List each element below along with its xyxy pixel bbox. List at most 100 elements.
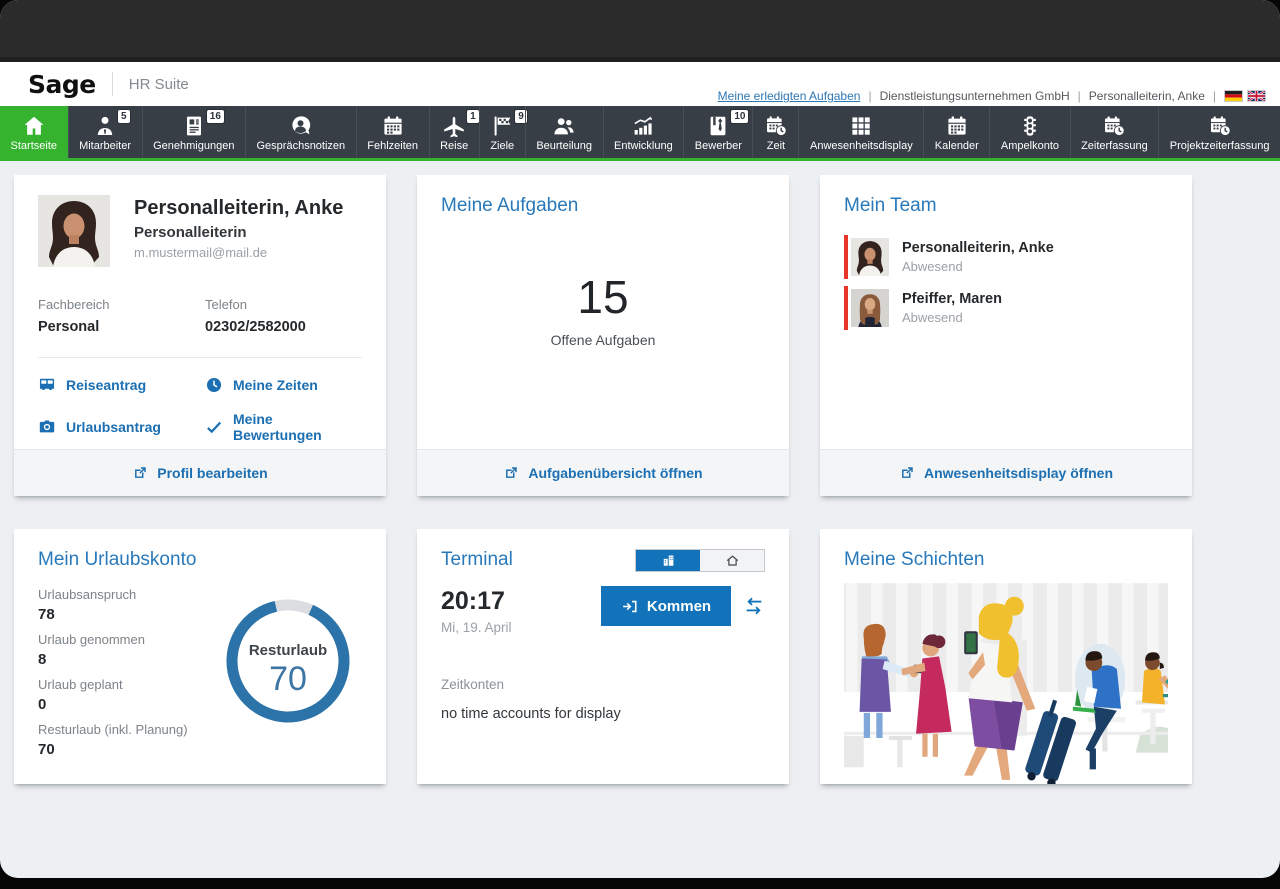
card-title: Mein Team [844, 195, 1168, 217]
nav-item-fehlzeiten[interactable]: Fehlzeiten [356, 106, 429, 158]
time-accounts-label: Zeitkonten [441, 677, 765, 692]
team-member-row[interactable]: Personalleiterin, Anke Abwesend [844, 235, 1168, 279]
product-name: HR Suite [129, 76, 189, 93]
app-window: Sage HR Suite Meine erledigten Aufgaben … [0, 0, 1280, 878]
chart-icon [631, 113, 655, 138]
traffic-light-icon [1018, 113, 1042, 138]
reiseantrag-link[interactable]: Reiseantrag [38, 376, 205, 394]
separator: | [1213, 89, 1216, 103]
nav-item-gespraechsnotizen[interactable]: Gesprächsnotizen [245, 106, 356, 158]
profile-email: m.mustermail@mail.de [134, 245, 343, 260]
nav-item-ziele[interactable]: 9Ziele [479, 106, 525, 158]
edit-profile-button[interactable]: Profil bearbeiten [132, 465, 267, 481]
open-tasks-count: 15 [417, 270, 789, 324]
vacation-donut-chart: Resturlaub 70 [222, 595, 354, 784]
donut-center-value: 70 [269, 660, 307, 698]
toggle-office-segment[interactable] [636, 550, 700, 571]
nav-item-zeiterfassung[interactable]: Zeiterfassung [1070, 106, 1159, 158]
german-flag-icon[interactable] [1224, 90, 1243, 102]
done-tasks-link[interactable]: Meine erledigten Aufgaben [718, 89, 861, 103]
login-icon [621, 598, 638, 615]
vacation-row: Urlaubsanspruch78 [38, 587, 222, 623]
nav-item-genehmigungen[interactable]: 16Genehmigungen [142, 106, 245, 158]
nav-badge: 16 [207, 110, 224, 123]
people-icon [552, 113, 576, 138]
presence-status: Abwesend [902, 259, 1054, 274]
checkered-flag-icon: 9 [490, 113, 514, 138]
browser-top-bar [0, 0, 1280, 62]
nav-item-entwicklung[interactable]: Entwicklung [603, 106, 684, 158]
terminal-card: Terminal 20:17 Mi, 19. April Kommen [417, 529, 789, 784]
team-card: Mein Team Personalleiterin, Anke Abwesen… [820, 175, 1192, 496]
shifts-card: Meine Schichten [820, 529, 1192, 784]
nav-item-reise[interactable]: 1Reise [429, 106, 479, 158]
nav-item-mitarbeiter[interactable]: 5Mitarbeiter [68, 106, 142, 158]
calendar-icon [381, 113, 405, 138]
donut-center-label: Resturlaub [249, 642, 327, 659]
nav-badge: 1 [467, 110, 479, 123]
applicant-icon: 10 [706, 113, 730, 138]
shifts-illustration [844, 579, 1168, 784]
swap-icon[interactable] [743, 595, 765, 617]
time-accounts-empty-message: no time accounts for display [441, 706, 765, 722]
vacation-row: Urlaub genommen8 [38, 632, 222, 668]
check-in-button[interactable]: Kommen [601, 586, 731, 626]
nav-item-beurteilung[interactable]: Beurteilung [525, 106, 603, 158]
profile-card-footer: Profil bearbeiten [14, 449, 386, 496]
header-links: Meine erledigten Aufgaben | Dienstleistu… [718, 89, 1266, 103]
toggle-homeoffice-segment[interactable] [700, 550, 764, 571]
nav-item-projektzeiterfassung[interactable]: Projektzeiterfassung [1158, 106, 1280, 158]
external-link-icon [132, 465, 148, 481]
open-presence-display-button[interactable]: Anwesenheitsdisplay öffnen [899, 465, 1113, 481]
nav-item-zeit[interactable]: Zeit [752, 106, 798, 158]
chat-person-icon [289, 113, 313, 138]
calendar-clock-icon [1208, 113, 1232, 138]
separator: | [868, 89, 871, 103]
avatar [38, 195, 110, 267]
home-icon [22, 113, 46, 138]
building-icon [661, 553, 676, 568]
tasks-card: Meine Aufgaben 15 Offene Aufgaben Aufgab… [417, 175, 789, 496]
card-title: Terminal [441, 549, 513, 571]
person-icon: 5 [93, 113, 117, 138]
divider [38, 357, 362, 358]
terminal-time: 20:17 [441, 587, 513, 616]
current-user[interactable]: Personalleiterin, Anke [1089, 89, 1205, 103]
team-member-row[interactable]: Pfeiffer, Maren Abwesend [844, 286, 1168, 330]
check-icon [205, 418, 223, 436]
nav-item-startseite[interactable]: Startseite [0, 106, 68, 158]
nav-item-bewerber[interactable]: 10Bewerber [683, 106, 752, 158]
open-tasks-overview-button[interactable]: Aufgabenübersicht öffnen [503, 465, 702, 481]
avatar [851, 286, 889, 330]
vacation-row: Resturlaub (inkl. Planung)70 [38, 722, 222, 758]
nav-item-anwesenheitsdisplay[interactable]: Anwesenheitsdisplay [798, 106, 923, 158]
bus-icon [38, 376, 56, 394]
urlaubsantrag-link[interactable]: Urlaubsantrag [38, 411, 205, 443]
nav-item-ampelkonto[interactable]: Ampelkonto [989, 106, 1069, 158]
meine-bewertungen-link[interactable]: Meine Bewertungen [205, 411, 362, 443]
app-header: Sage HR Suite Meine erledigten Aufgaben … [0, 62, 1280, 106]
nav-item-kalender[interactable]: Kalender [923, 106, 989, 158]
dashboard-content: Personalleiterin, Anke Personalleiterin … [0, 161, 1280, 878]
location-toggle[interactable] [635, 549, 765, 572]
company-name: Dienstleistungsunternehmen GmbH [880, 89, 1070, 103]
presence-indicator-absent [844, 286, 848, 330]
vacation-row: Urlaub geplant0 [38, 677, 222, 713]
external-link-icon [899, 465, 915, 481]
card-title: Mein Urlaubskonto [38, 549, 222, 571]
tasks-card-footer: Aufgabenübersicht öffnen [417, 449, 789, 496]
plane-icon: 1 [442, 113, 466, 138]
terminal-date: Mi, 19. April [441, 620, 513, 635]
meine-zeiten-link[interactable]: Meine Zeiten [205, 376, 362, 394]
calendar-clock-icon [1102, 113, 1126, 138]
logo-divider [112, 72, 113, 96]
calendar-clock-icon [764, 113, 788, 138]
camera-icon [38, 418, 56, 436]
external-link-icon [503, 465, 519, 481]
main-navigation: Startseite 5Mitarbeiter 16Genehmigungen … [0, 106, 1280, 158]
uk-flag-icon[interactable] [1247, 90, 1266, 102]
nav-badge: 10 [731, 110, 748, 123]
presence-indicator-absent [844, 235, 848, 279]
sage-logo: Sage [28, 70, 96, 99]
presence-status: Abwesend [902, 310, 1002, 325]
